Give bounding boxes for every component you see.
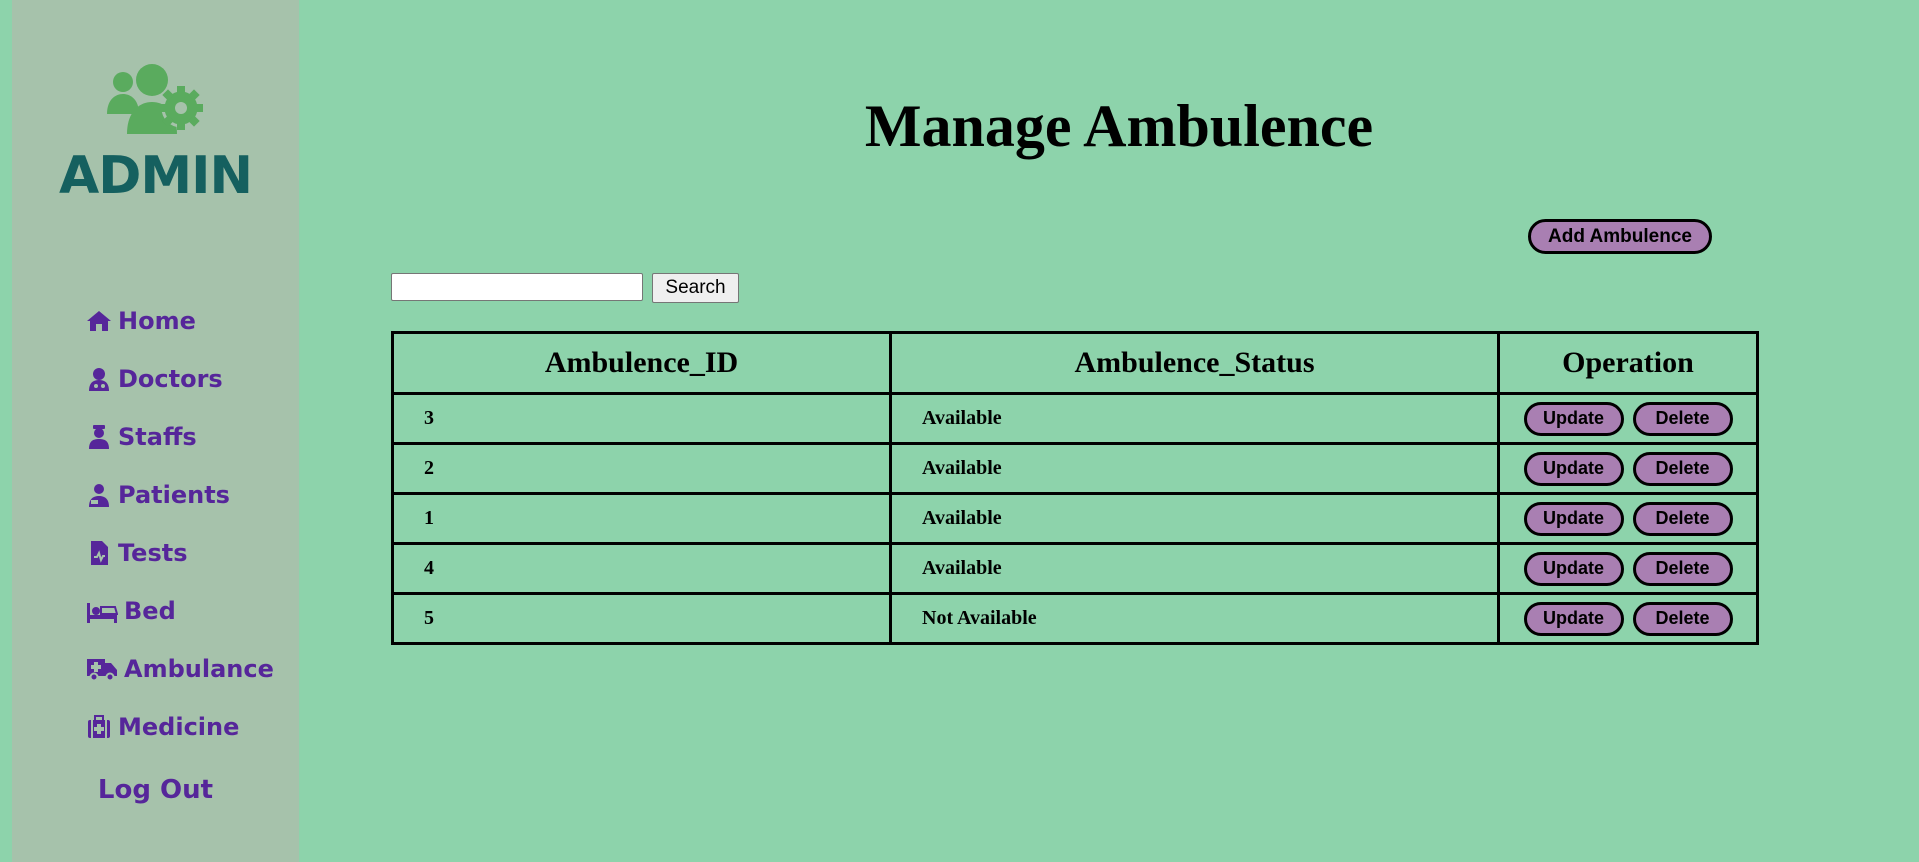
sidebar-item-staffs[interactable]: Staffs	[86, 408, 274, 466]
operation-cell: Update Delete	[1497, 442, 1759, 495]
add-ambulance-button[interactable]: Add Ambulence	[1528, 219, 1712, 254]
doctor-icon	[86, 366, 112, 392]
sidebar-item-label: Staffs	[118, 423, 197, 451]
search-input[interactable]	[391, 273, 643, 301]
main-content: Manage Ambulence Add Ambulence Search Am…	[299, 0, 1919, 862]
admin-logo-text: ADMIN	[58, 146, 253, 206]
page-title: Manage Ambulence	[864, 93, 1374, 159]
ambulance-table: Ambulence_ID Ambulence_Status Operation …	[391, 331, 1759, 645]
sidebar-item-doctors[interactable]: Doctors	[86, 350, 274, 408]
update-button[interactable]: Update	[1523, 601, 1624, 636]
ambulance-icon	[86, 656, 118, 682]
file-medical-icon	[86, 540, 112, 566]
sidebar-item-label: Doctors	[118, 365, 223, 393]
home-icon	[86, 308, 112, 334]
sidebar-item-label: Bed	[124, 597, 176, 625]
sidebar-item-home[interactable]: Home	[86, 292, 274, 350]
delete-button[interactable]: Delete	[1632, 601, 1733, 636]
search-button[interactable]: Search	[652, 273, 739, 303]
column-header: Ambulence_Status	[889, 331, 1500, 395]
medkit-icon	[86, 714, 112, 740]
ambulance-id-cell: 5	[391, 592, 892, 645]
update-button[interactable]: Update	[1523, 501, 1624, 536]
users-gear-icon	[106, 64, 203, 134]
operation-cell: Update Delete	[1497, 392, 1759, 445]
sidebar-item-ambulance[interactable]: Ambulance	[86, 640, 274, 698]
sidebar: ADMIN Home Doctors Staffs Patients Tests…	[12, 0, 299, 862]
ambulance-status-cell: Available	[889, 392, 1500, 445]
sidebar-item-label: Patients	[118, 481, 230, 509]
sidebar-item-bed[interactable]: Bed	[86, 582, 274, 640]
column-header: Ambulence_ID	[391, 331, 892, 395]
ambulance-id-cell: 1	[391, 492, 892, 545]
sidebar-item-label: Home	[118, 307, 196, 335]
table-row: 3 Available Update Delete	[391, 392, 1759, 445]
staff-icon	[86, 424, 112, 450]
sidebar-item-tests[interactable]: Tests	[86, 524, 274, 582]
sidebar-item-label: Ambulance	[124, 655, 274, 683]
table-row: 4 Available Update Delete	[391, 542, 1759, 595]
sidebar-item-medicine[interactable]: Medicine	[86, 698, 274, 756]
delete-button[interactable]: Delete	[1632, 451, 1733, 486]
sidebar-item-label: Medicine	[118, 713, 240, 741]
table-row: 5 Not Available Update Delete	[391, 592, 1759, 645]
app: ADMIN Home Doctors Staffs Patients Tests…	[0, 0, 1919, 862]
ambulance-id-cell: 3	[391, 392, 892, 445]
table-row: 1 Available Update Delete	[391, 492, 1759, 545]
bed-icon	[86, 598, 118, 624]
ambulance-status-cell: Available	[889, 542, 1500, 595]
admin-logo: ADMIN	[12, 62, 299, 206]
column-header: Operation	[1497, 331, 1759, 395]
delete-button[interactable]: Delete	[1632, 551, 1733, 586]
operation-cell: Update Delete	[1497, 592, 1759, 645]
delete-button[interactable]: Delete	[1632, 501, 1733, 536]
patient-icon	[86, 482, 112, 508]
update-button[interactable]: Update	[1523, 401, 1624, 436]
logout-link[interactable]: Log Out	[12, 775, 299, 805]
sidebar-item-label: Tests	[118, 539, 188, 567]
operation-cell: Update Delete	[1497, 492, 1759, 545]
update-button[interactable]: Update	[1523, 551, 1624, 586]
sidebar-nav: Home Doctors Staffs Patients Tests Bed A…	[86, 292, 274, 756]
update-button[interactable]: Update	[1523, 451, 1624, 486]
operation-cell: Update Delete	[1497, 542, 1759, 595]
ambulance-status-cell: Available	[889, 492, 1500, 545]
table-header-row: Ambulence_ID Ambulence_Status Operation	[391, 331, 1759, 395]
ambulance-status-cell: Available	[889, 442, 1500, 495]
ambulance-id-cell: 2	[391, 442, 892, 495]
sidebar-item-patients[interactable]: Patients	[86, 466, 274, 524]
ambulance-status-cell: Not Available	[889, 592, 1500, 645]
table-row: 2 Available Update Delete	[391, 442, 1759, 495]
ambulance-id-cell: 4	[391, 542, 892, 595]
delete-button[interactable]: Delete	[1632, 401, 1733, 436]
